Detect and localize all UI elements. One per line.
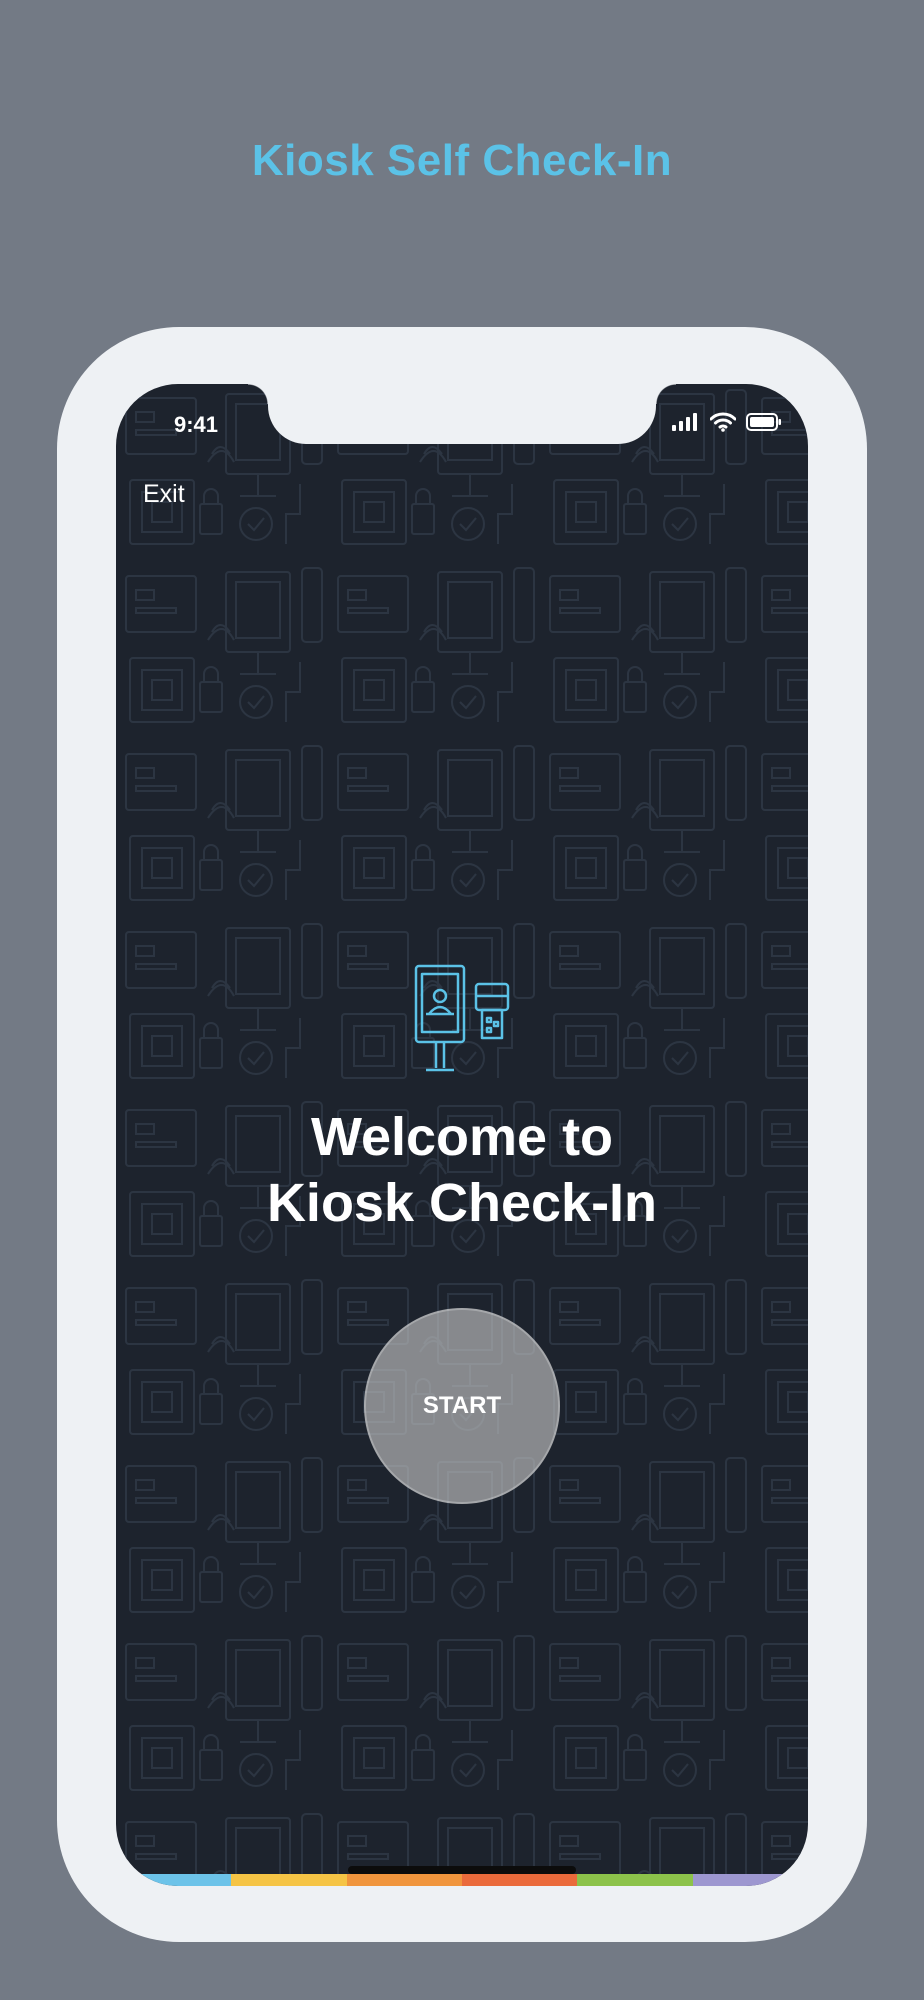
welcome-line-1: Welcome to bbox=[310, 1107, 614, 1167]
color-bar-segment bbox=[692, 1874, 808, 1886]
welcome-heading: Welcome to Kiosk Check-In bbox=[116, 1104, 808, 1236]
color-bar bbox=[116, 1874, 808, 1886]
status-icons bbox=[672, 412, 782, 432]
exit-link[interactable]: Exit bbox=[143, 480, 185, 509]
color-bar-segment bbox=[461, 1874, 578, 1886]
home-indicator bbox=[348, 1866, 576, 1874]
start-button[interactable]: START bbox=[364, 1308, 560, 1504]
status-time: 9:41 bbox=[174, 412, 219, 437]
battery-icon bbox=[746, 413, 781, 431]
color-bar-segment bbox=[577, 1874, 693, 1886]
page-title: Kiosk Self Check-In bbox=[251, 136, 673, 185]
device-notch bbox=[248, 384, 676, 444]
welcome-line-2: Kiosk Check-In bbox=[266, 1173, 658, 1233]
color-bar-segment bbox=[346, 1874, 462, 1886]
color-bar-segment bbox=[231, 1874, 347, 1886]
phone-screen: 9:41 Exit Welcome to Kiosk Check-In STAR… bbox=[116, 384, 808, 1886]
cellular-signal-icon bbox=[672, 413, 697, 431]
color-bar-segment bbox=[116, 1874, 232, 1886]
wifi-icon bbox=[710, 412, 736, 432]
kiosk-terminal-icon bbox=[414, 964, 510, 1072]
